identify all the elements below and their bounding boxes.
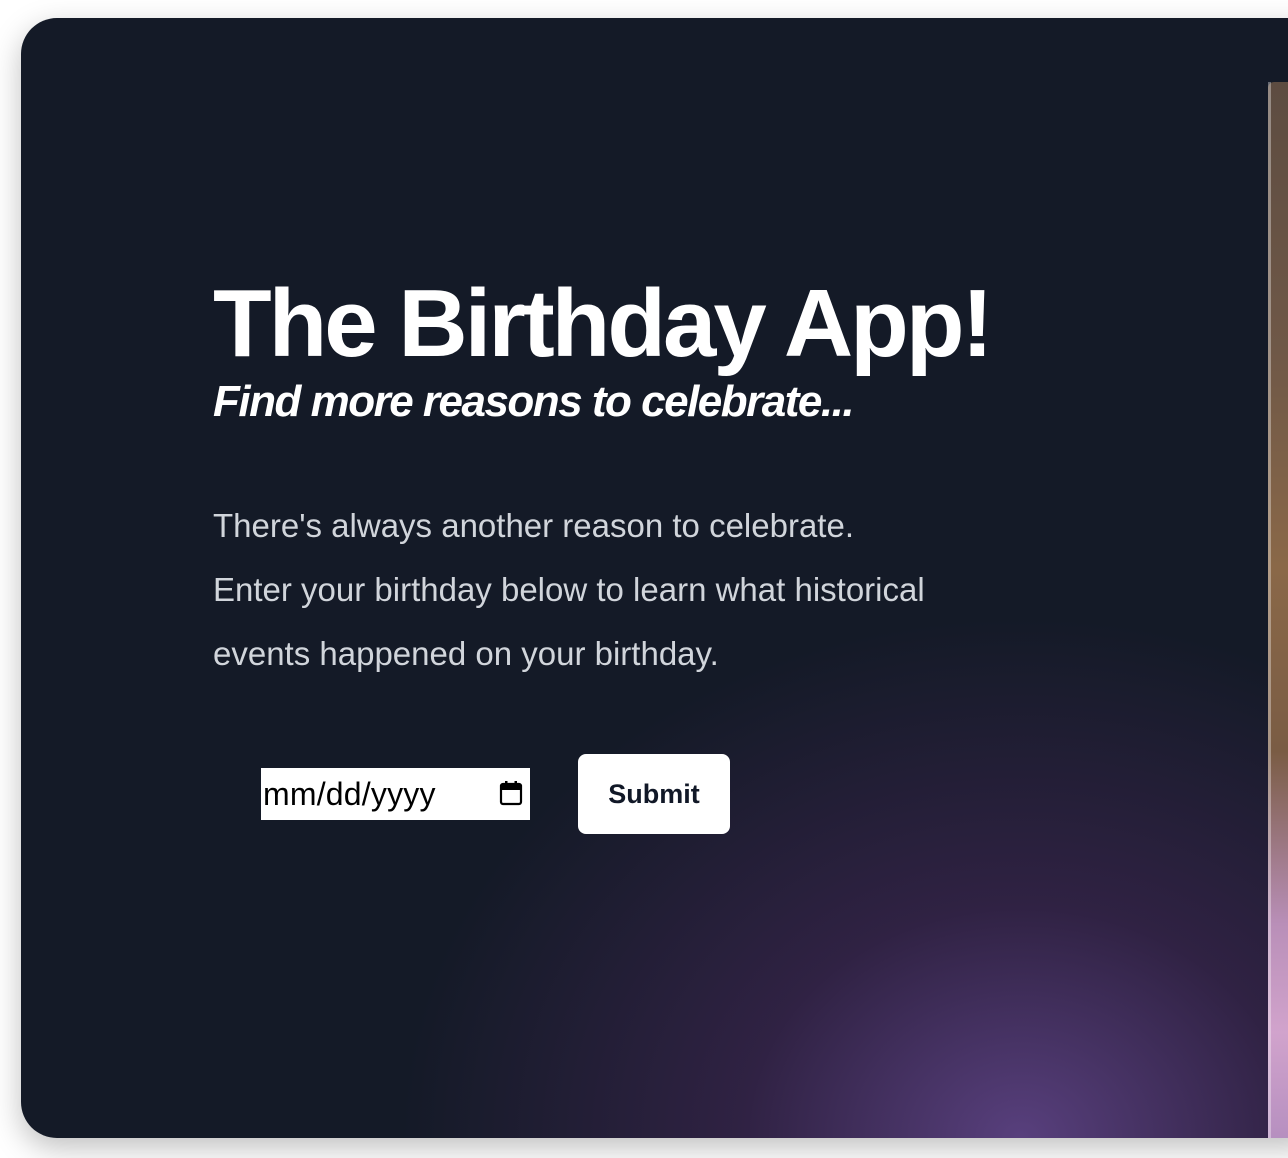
date-placeholder: mm/dd/yyyy: [263, 775, 436, 812]
page-subtitle: Find more reasons to celebrate...: [213, 377, 855, 426]
birthday-date-input[interactable]: mm/dd/yyyy: [261, 768, 530, 820]
description: There's always another reason to celebra…: [213, 494, 1033, 686]
submit-button[interactable]: Submit: [578, 754, 730, 834]
hero-image: [1268, 82, 1288, 1138]
calendar-icon[interactable]: [499, 780, 523, 806]
hero-card: The Birthday App! Find more reasons to c…: [21, 18, 1288, 1138]
description-line: There's always another reason to celebra…: [213, 507, 854, 544]
description-line: events happened on your birthday.: [213, 635, 719, 672]
description-line: Enter your birthday below to learn what …: [213, 571, 925, 608]
page-title: The Birthday App!: [213, 270, 993, 377]
